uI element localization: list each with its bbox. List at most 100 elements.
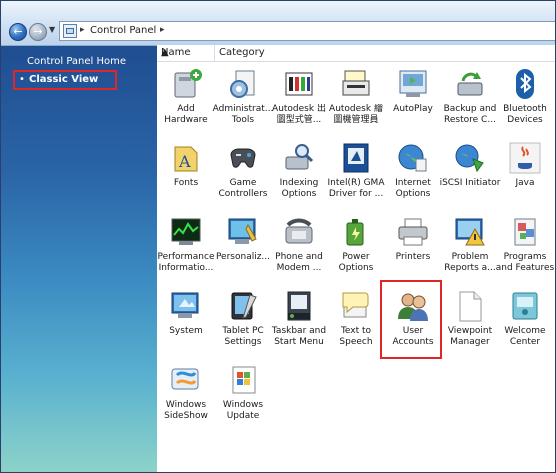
breadcrumb-separator-icon[interactable]: ▸ [160,25,165,35]
control-panel-item-label: Phone and Modem ... [275,252,323,273]
column-header-name[interactable]: Name ▲ [157,45,215,62]
autodesk-plot-style-icon [282,67,316,101]
system-icon [169,289,203,323]
control-panel-item[interactable]: Java [493,141,555,213]
taskbar-icon [282,289,316,323]
add-hardware-icon [169,67,203,101]
control-panel-item[interactable]: System [154,289,218,361]
chevron-down-icon: ▼ [49,25,56,34]
control-panel-item[interactable]: Printers [381,215,445,287]
control-panel-item[interactable]: Windows SideShow [154,363,218,435]
indexing-options-icon [282,141,316,175]
control-panel-item-label: Intel(R) GMA Driver for ... [327,178,385,199]
forward-arrow-icon: → [33,25,43,38]
breadcrumb-separator-icon: ▸ [80,25,85,35]
control-panel-item[interactable]: Intel(R) GMA Driver for ... [324,141,388,213]
text-to-speech-icon [339,289,373,323]
control-panel-item-label: Internet Options [395,178,431,199]
control-panel-item[interactable]: Bluetooth Devices [493,67,555,139]
back-arrow-icon: ← [13,25,23,38]
control-panel-item[interactable]: Add Hardware [154,67,218,139]
control-panel-item-label: Windows SideShow [164,400,208,421]
sort-ascending-icon: ▲ [161,47,169,58]
control-panel-item-label: Java [515,178,535,188]
control-panel-item[interactable]: Power Options [324,215,388,287]
control-panel-item-label: Bluetooth Devices [503,104,547,125]
java-icon [508,141,542,175]
control-panel-item-label: Welcome Center [504,326,546,347]
bullet-icon: • [19,74,25,85]
performance-icon [169,215,203,249]
backup-restore-icon [453,67,487,101]
tablet-pc-icon [226,289,260,323]
welcome-center-icon [508,289,542,323]
control-panel-item-label: Personaliz... [215,252,271,262]
control-panel-item-label: Add Hardware [164,104,208,125]
control-panel-item[interactable]: Phone and Modem ... [267,215,331,287]
control-panel-item[interactable]: Autodesk 繪 圖機管理員 [324,67,388,139]
internet-options-icon [396,141,430,175]
classic-view-label: Classic View [29,74,99,85]
control-panel-icon [63,24,77,38]
power-options-icon [339,215,373,249]
control-panel-item-label: Text to Speech [339,326,373,347]
control-panel-item-label: Taskbar and Start Menu [271,326,327,347]
autoplay-icon [396,67,430,101]
control-panel-item[interactable]: Welcome Center [493,289,555,361]
classic-view-link[interactable]: • Classic View [13,70,117,90]
problem-reports-icon [453,215,487,249]
bluetooth-icon [508,67,542,101]
personalization-icon [226,215,260,249]
windows-update-icon [226,363,260,397]
autodesk-plotter-manager-icon [339,67,373,101]
recent-pages-dropdown[interactable]: ▼ [49,25,55,34]
control-panel-home-link[interactable]: Control Panel Home [27,56,126,67]
control-panel-item-label: Printers [395,252,431,262]
control-panel-item[interactable]: Text to Speech [324,289,388,361]
control-panel-item[interactable]: Performance Informatio... [154,215,218,287]
control-panel-item-label: Fonts [173,178,199,188]
control-panel-item-label: Game Controllers [218,178,268,199]
column-header-category[interactable]: Category [215,45,555,62]
control-panel-item-label: Autodesk 繪 圖機管理員 [329,104,383,125]
column-header-category-label: Category [219,47,265,58]
address-bar: ← → ▼ ▸ Control Panel ▸ [1,1,555,46]
control-panel-item[interactable]: AutoPlay [381,67,445,139]
control-panel-item-label: Windows Update [222,400,264,421]
control-panel-item-label: Administrat... Tools [212,104,274,125]
phone-modem-icon [282,215,316,249]
control-panel-item[interactable]: Administrat... Tools [211,67,275,139]
control-panel-item[interactable]: Windows Update [211,363,275,435]
iscsi-initiator-icon [453,141,487,175]
control-panel-item-label: System [169,326,203,336]
control-panel-item[interactable]: Autodesk 出 圖型式管... [267,67,331,139]
forward-button[interactable]: → [29,23,47,41]
control-panel-item-label: Power Options [338,252,374,273]
address-field[interactable]: ▸ Control Panel ▸ [59,21,555,41]
control-panel-item[interactable]: Programs and Features [493,215,555,287]
printers-icon [396,215,430,249]
control-panel-item-label: Performance Informatio... [157,252,215,273]
back-button[interactable]: ← [9,23,27,41]
control-panel-item-label: AutoPlay [393,104,433,114]
control-panel-item[interactable]: Game Controllers [211,141,275,213]
breadcrumb-control-panel[interactable]: Control Panel [90,25,156,36]
svg-text:A: A [178,152,191,171]
control-panel-item-label: Tablet PC Settings [222,326,264,347]
windows-sideshow-icon [169,363,203,397]
highlight-box [380,280,442,359]
fonts-icon: A [169,141,203,175]
control-panel-item-label: Autodesk 出 圖型式管... [272,104,326,125]
administrative-tools-icon [226,67,260,101]
control-panel-item[interactable]: Tablet PC Settings [211,289,275,361]
control-panel-item[interactable]: Personaliz... [211,215,275,287]
control-panel-item[interactable]: Indexing Options [267,141,331,213]
control-panel-item[interactable]: A Fonts [154,141,218,213]
control-panel-item[interactable]: Internet Options [381,141,445,213]
control-panel-window: ← → ▼ ▸ Control Panel ▸ Control Panel Ho… [0,0,556,473]
viewpoint-manager-icon [453,289,487,323]
control-panel-item[interactable]: Taskbar and Start Menu [267,289,331,361]
programs-features-icon [508,215,542,249]
task-pane: Control Panel Home • Classic View [1,46,157,472]
intel-gma-icon [339,141,373,175]
